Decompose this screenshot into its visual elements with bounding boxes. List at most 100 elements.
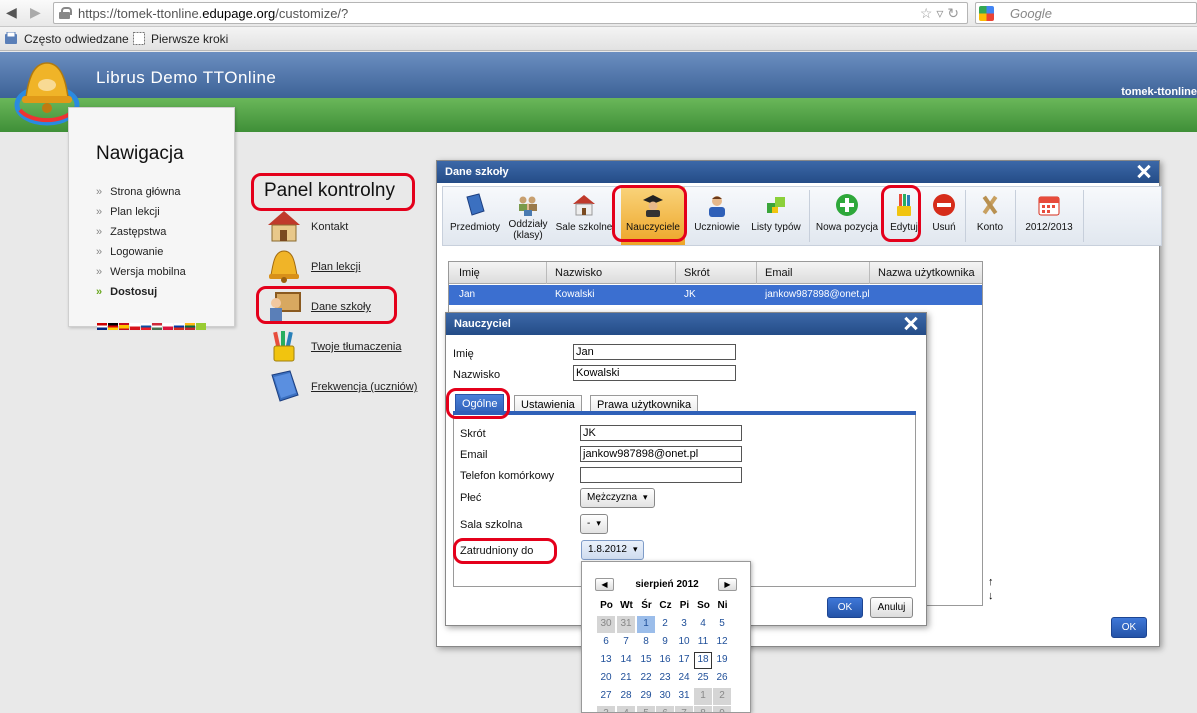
- calendar-day[interactable]: 8: [637, 634, 655, 651]
- calendar-day[interactable]: 5: [637, 706, 655, 712]
- school-ok-button[interactable]: OK: [1111, 617, 1147, 638]
- calendar-day[interactable]: 31: [617, 616, 635, 633]
- calendar-day[interactable]: 20: [597, 670, 615, 687]
- flag-icon[interactable]: [196, 323, 206, 330]
- calendar-day[interactable]: 6: [656, 706, 674, 712]
- flag-icon[interactable]: [152, 323, 162, 330]
- calendar-day[interactable]: 26: [713, 670, 731, 687]
- flag-icon[interactable]: [97, 323, 107, 330]
- nav-item-substitutions[interactable]: Zastępstwa: [96, 226, 166, 238]
- next-month-icon[interactable]: ▶: [718, 578, 737, 591]
- back-arrow-icon[interactable]: ◀: [6, 4, 17, 21]
- calendar-day[interactable]: 9: [656, 634, 674, 651]
- column-header[interactable]: Nazwisko: [555, 267, 602, 279]
- calendar-day[interactable]: 7: [675, 706, 693, 712]
- calendar-day[interactable]: 3: [597, 706, 615, 712]
- star-icon[interactable]: ☆ ▿ ↻: [920, 5, 959, 22]
- cp-item-attendance[interactable]: Frekwencja (uczniów): [311, 381, 417, 393]
- gender-dropdown[interactable]: Mężczyzna: [580, 488, 655, 508]
- flag-icon[interactable]: [108, 323, 118, 330]
- flag-icon[interactable]: [141, 323, 151, 330]
- column-header[interactable]: Skrót: [684, 267, 710, 279]
- calendar-day[interactable]: 27: [597, 688, 615, 705]
- calendar-day[interactable]: 4: [617, 706, 635, 712]
- bell-icon[interactable]: [266, 249, 302, 283]
- calendar-day[interactable]: 31: [675, 688, 693, 705]
- close-icon[interactable]: [1135, 162, 1153, 182]
- flag-icon[interactable]: [130, 323, 140, 330]
- nav-item-customize[interactable]: Dostosuj: [96, 286, 157, 298]
- book-icon[interactable]: [266, 369, 302, 403]
- flag-icon[interactable]: [185, 323, 195, 330]
- calendar-day[interactable]: 29: [637, 688, 655, 705]
- flag-icon[interactable]: [174, 323, 184, 330]
- calendar-day[interactable]: 22: [637, 670, 655, 687]
- user-name[interactable]: tomek-ttonline: [1121, 86, 1197, 98]
- nav-item-mobile[interactable]: Wersja mobilna: [96, 266, 186, 278]
- close-icon[interactable]: [902, 314, 920, 334]
- calendar-day[interactable]: 11: [694, 634, 712, 651]
- edit-button[interactable]: Edytuj: [884, 187, 924, 245]
- calendar-day[interactable]: 25: [694, 670, 712, 687]
- room-dropdown[interactable]: -: [580, 514, 608, 534]
- calendar-day[interactable]: 1: [637, 616, 655, 633]
- flag-icon[interactable]: [119, 323, 129, 330]
- calendar-day[interactable]: 24: [675, 670, 693, 687]
- calendar-day[interactable]: 21: [617, 670, 635, 687]
- teachers-button[interactable]: Nauczyciele: [621, 187, 685, 245]
- column-header[interactable]: Nazwa użytkownika: [878, 267, 975, 279]
- table-row[interactable]: Jan Kowalski JK jankow987898@onet.pl: [449, 285, 982, 305]
- nav-item-login[interactable]: Logowanie: [96, 246, 163, 258]
- calendar-day[interactable]: 4: [694, 616, 712, 633]
- phone-field[interactable]: [580, 467, 742, 483]
- calendar-day[interactable]: 28: [617, 688, 635, 705]
- cp-item-school-data[interactable]: Dane szkoły: [311, 301, 371, 313]
- calendar-day[interactable]: 19: [713, 652, 731, 669]
- students-button[interactable]: Uczniowie: [690, 187, 744, 245]
- classes-button[interactable]: Oddziały (klasy): [506, 187, 550, 245]
- new-item-button[interactable]: Nowa pozycja: [812, 187, 882, 245]
- nav-item-home[interactable]: Strona główna: [96, 186, 180, 198]
- calendar-day[interactable]: 16: [656, 652, 674, 669]
- type-lists-button[interactable]: Listy typów: [746, 187, 806, 245]
- pencils-cup-icon[interactable]: [266, 329, 302, 363]
- teacher-ok-button[interactable]: OK: [827, 597, 863, 618]
- calendar-day[interactable]: 13: [597, 652, 615, 669]
- bookmark-most-visited[interactable]: Często odwiedzane: [24, 32, 129, 46]
- calendar-day[interactable]: 30: [597, 616, 615, 633]
- short-field[interactable]: JK: [580, 425, 742, 441]
- cp-item-translations[interactable]: Twoje tłumaczenia: [311, 341, 402, 353]
- calendar-day[interactable]: 30: [656, 688, 674, 705]
- email-field[interactable]: jankow987898@onet.pl: [580, 446, 742, 462]
- rooms-button[interactable]: Sale szkolne: [552, 187, 616, 245]
- bookmark-first-steps[interactable]: Pierwsze kroki: [151, 32, 228, 46]
- cancel-button[interactable]: Anuluj: [870, 597, 913, 618]
- calendar-day[interactable]: 17: [675, 652, 693, 669]
- calendar-day[interactable]: 8: [694, 706, 712, 712]
- calendar-day[interactable]: 7: [617, 634, 635, 651]
- forward-arrow-icon[interactable]: ▶: [30, 4, 41, 21]
- employed-until-dropdown[interactable]: 1.8.2012: [581, 540, 645, 560]
- calendar-day[interactable]: 15: [637, 652, 655, 669]
- search-box[interactable]: Google: [975, 2, 1197, 24]
- cp-item-contact[interactable]: Kontakt: [311, 221, 348, 233]
- calendar-day[interactable]: 10: [675, 634, 693, 651]
- calendar-day[interactable]: 3: [675, 616, 693, 633]
- column-header[interactable]: Email: [765, 267, 793, 279]
- calendar-day[interactable]: 23: [656, 670, 674, 687]
- calendar-day[interactable]: 5: [713, 616, 731, 633]
- subjects-button[interactable]: Przedmioty: [446, 187, 504, 245]
- sort-arrows-icon[interactable]: ↑ ↓: [988, 575, 994, 603]
- account-button[interactable]: Konto: [968, 187, 1012, 245]
- address-bar[interactable]: https://tomek-ttonline.edupage.org/custo…: [53, 2, 968, 24]
- calendar-day[interactable]: 1: [694, 688, 712, 705]
- teacher-board-icon[interactable]: [266, 289, 302, 323]
- calendar-day[interactable]: 9: [713, 706, 731, 712]
- calendar-day[interactable]: 6: [597, 634, 615, 651]
- flag-icon[interactable]: [163, 323, 173, 330]
- school-year-button[interactable]: 2012/2013: [1018, 187, 1080, 245]
- first-name-field[interactable]: Jan: [573, 344, 736, 360]
- calendar-day[interactable]: 2: [656, 616, 674, 633]
- last-name-field[interactable]: Kowalski: [573, 365, 736, 381]
- nav-item-timetable[interactable]: Plan lekcji: [96, 206, 160, 218]
